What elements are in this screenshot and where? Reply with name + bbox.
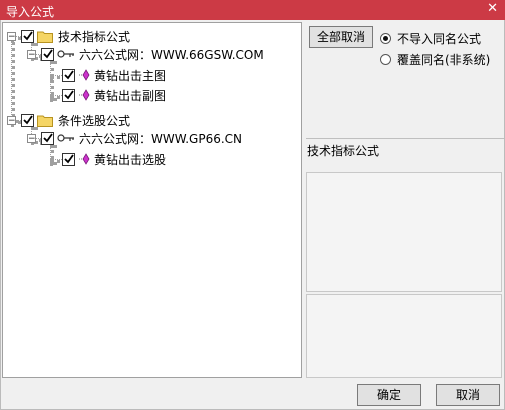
- checkmark-icon: [63, 154, 74, 164]
- title-bar: 导入公式 ✕: [0, 0, 505, 20]
- checkmark-icon: [42, 133, 53, 143]
- close-icon[interactable]: ✕: [487, 1, 498, 16]
- collapse-icon[interactable]: −: [7, 115, 16, 125]
- tree-connector: [11, 36, 15, 123]
- select-all-cancel-button[interactable]: 全部取消: [309, 26, 373, 48]
- divider: [306, 138, 504, 139]
- checkbox-formula-main[interactable]: [62, 68, 75, 82]
- radio-button-selected[interactable]: [380, 33, 391, 44]
- tree-node-stock-selection[interactable]: − 条件选股公式: [7, 111, 130, 129]
- formula-tree[interactable]: − 技术指标公式 − 六六公式网：WWW.66GSW.COM 黄钻出击主图 黄钻…: [2, 22, 302, 378]
- checkbox-stock-selection[interactable]: [21, 113, 34, 127]
- checkmark-icon: [63, 70, 74, 80]
- tree-node-site-gp66[interactable]: − 六六公式网：WWW.GP66.CN: [27, 129, 242, 147]
- formula-gem-icon: [79, 69, 90, 81]
- tree-node-label: 黄钻出击选股: [94, 152, 167, 167]
- checkmark-icon: [22, 31, 33, 41]
- radio-label: 覆盖同名(非系统): [397, 53, 491, 67]
- section-label: 技术指标公式: [307, 144, 380, 158]
- checkbox-site-gp66[interactable]: [41, 131, 54, 145]
- tree-node-label: 条件选股公式: [58, 113, 131, 128]
- collapse-icon[interactable]: −: [27, 133, 36, 143]
- checkmark-icon: [42, 49, 53, 59]
- formula-gem-icon: [79, 153, 90, 165]
- radio-overwrite-duplicates[interactable]: 覆盖同名(非系统): [380, 51, 490, 68]
- checkbox-technical-formulas[interactable]: [21, 29, 34, 43]
- tree-node-formula-main[interactable]: 黄钻出击主图: [62, 66, 166, 84]
- formula-notes-box: [306, 294, 502, 378]
- checkbox-site-66gsw[interactable]: [41, 47, 54, 61]
- key-icon: [57, 134, 74, 142]
- ok-button[interactable]: 确定: [357, 384, 421, 406]
- tree-node-label: 技术指标公式: [58, 29, 131, 44]
- folder-icon: [37, 31, 53, 43]
- formula-description-box: [306, 172, 502, 292]
- tree-node-label: 黄钻出击主图: [94, 68, 167, 83]
- radio-dot-icon: [383, 36, 388, 41]
- radio-label: 不导入同名公式: [397, 32, 482, 46]
- folder-icon: [37, 115, 53, 127]
- tree-node-label: 六六公式网：WWW.GP66.CN: [79, 131, 243, 146]
- tree-node-formula-select[interactable]: 黄钻出击选股: [62, 150, 166, 168]
- checkbox-formula-select[interactable]: [62, 152, 75, 166]
- radio-button[interactable]: [380, 54, 391, 65]
- checkmark-icon: [22, 115, 33, 125]
- radio-skip-duplicates[interactable]: 不导入同名公式: [380, 30, 481, 47]
- tree-node-label: 六六公式网：WWW.66GSW.COM: [79, 47, 264, 62]
- collapse-icon[interactable]: −: [27, 49, 36, 59]
- options-pane: 全部取消 不导入同名公式 覆盖同名(非系统) 技术指标公式: [306, 22, 504, 378]
- collapse-icon[interactable]: −: [7, 31, 16, 41]
- formula-gem-icon: [79, 89, 90, 101]
- checkmark-icon: [63, 90, 74, 100]
- checkbox-formula-sub[interactable]: [62, 88, 75, 102]
- key-icon: [57, 50, 74, 58]
- tree-node-formula-sub[interactable]: 黄钻出击副图: [62, 86, 166, 104]
- window-title: 导入公式: [6, 5, 55, 19]
- tree-node-technical-formulas[interactable]: − 技术指标公式: [7, 27, 130, 45]
- tree-node-site-66gsw[interactable]: − 六六公式网：WWW.66GSW.COM: [27, 45, 264, 63]
- tree-node-label: 黄钻出击副图: [94, 88, 167, 103]
- cancel-button[interactable]: 取消: [436, 384, 500, 406]
